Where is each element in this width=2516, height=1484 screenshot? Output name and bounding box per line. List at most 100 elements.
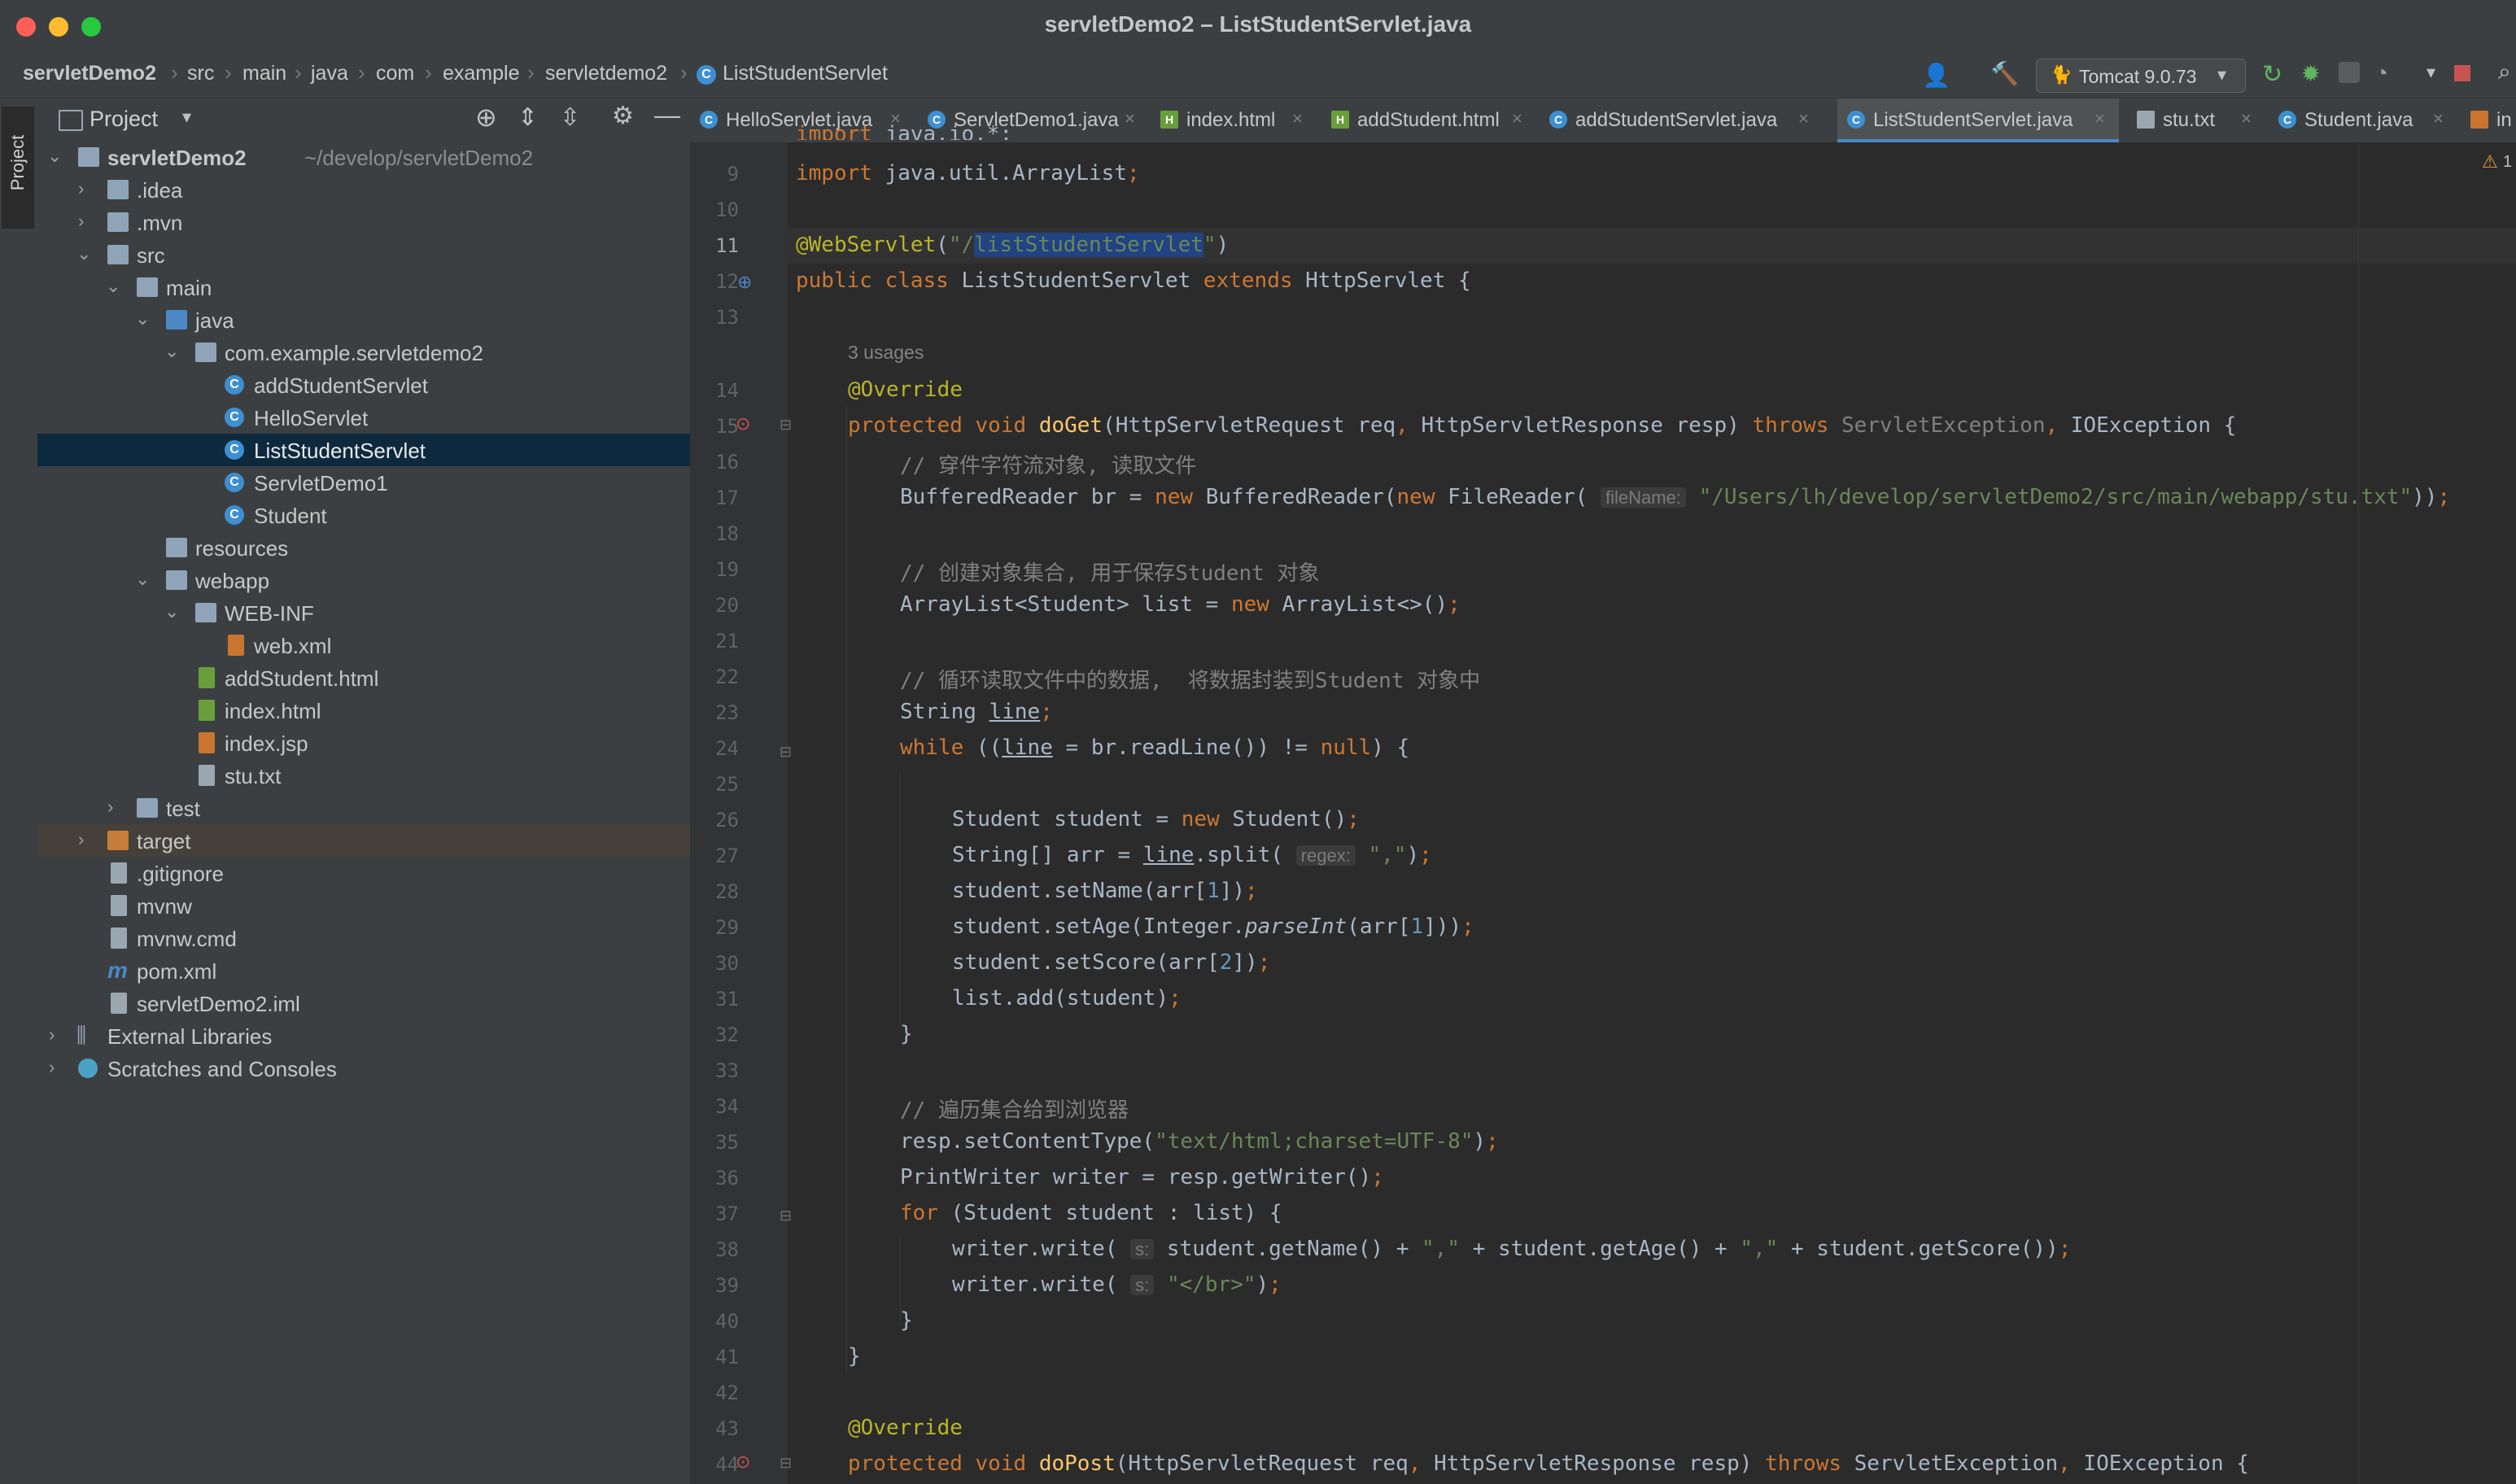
tree-item[interactable]: C addStudentServlet [37, 369, 690, 401]
close-icon[interactable]: × [2094, 108, 2105, 129]
tree-item[interactable]: C Student [37, 499, 690, 531]
chevron-right-icon[interactable]: › [107, 797, 124, 818]
tree-item[interactable]: C ServletDemo1 [37, 466, 690, 499]
stop-icon[interactable] [2454, 65, 2470, 81]
tree-label: pom.xml [137, 959, 217, 984]
tab-index-html[interactable]: H index.html × [1151, 98, 1318, 142]
locate-icon[interactable]: ⊕ [475, 102, 497, 133]
tree-item[interactable]: addStudent.html [37, 661, 690, 694]
close-icon[interactable]: × [2433, 108, 2444, 129]
line-number: 38 [715, 1238, 739, 1261]
chevron-right-icon[interactable]: › [78, 178, 94, 199]
close-icon[interactable]: × [1798, 108, 1809, 129]
tree-item[interactable]: resources [37, 531, 690, 564]
chevron-right-icon[interactable]: › [49, 1057, 65, 1078]
project-tool-button[interactable]: Project [2, 107, 34, 229]
breadcrumb-item[interactable]: com [376, 62, 414, 85]
tree-item[interactable]: servletDemo2.iml [37, 987, 690, 1019]
tree-item[interactable]: › Scratches and Consoles [37, 1052, 690, 1085]
fold-icon[interactable]: ⊟ [780, 744, 792, 761]
tab-stu-txt[interactable]: stu.txt × [2127, 98, 2265, 142]
tree-item[interactable]: mvnw [37, 889, 690, 922]
code-line: // 穿件字符流对象, 读取文件 [900, 449, 1196, 479]
warning-icon[interactable]: ⚠ [2482, 151, 2498, 172]
chevron-down-icon[interactable]: ⌄ [76, 243, 93, 264]
tree-item[interactable]: ⌄ main [37, 271, 690, 303]
tree-item[interactable]: stu.txt [37, 759, 690, 792]
collapse-all-icon[interactable]: ⇳ [560, 103, 580, 132]
tab-add-student-servlet[interactable]: C addStudentServlet.java × [1540, 98, 1824, 142]
expand-all-icon[interactable]: ⇕ [518, 103, 538, 132]
tree-item[interactable]: index.jsp [37, 727, 690, 759]
fold-icon[interactable]: ⊟ [780, 1455, 792, 1472]
tree-item-selected[interactable]: C ListStudentServlet [37, 434, 690, 466]
tree-root[interactable]: ⌄ servletDemo2 ~/develop/servletDemo2 [37, 141, 690, 173]
tab-add-student-html[interactable]: H addStudent.html × [1321, 98, 1538, 142]
tree-label: src [137, 243, 165, 268]
debug-icon[interactable]: ✹ [2301, 60, 2320, 87]
usages-hint[interactable]: 3 usages [848, 342, 924, 364]
chevron-down-icon[interactable]: ⌄ [135, 569, 151, 590]
tree-item[interactable]: .gitignore [37, 857, 690, 889]
servlet-gutter-icon[interactable]: ⊕ [737, 272, 752, 293]
build-hammer-icon[interactable]: 🔨 [1990, 60, 2019, 87]
project-view-title[interactable]: Project [90, 107, 158, 132]
breadcrumb-item[interactable]: servletdemo2 [545, 62, 667, 85]
tree-item[interactable]: ⌄ src [37, 238, 690, 271]
hide-panel-icon[interactable]: — [654, 100, 680, 130]
fold-icon[interactable]: ⊟ [780, 417, 792, 434]
breadcrumb-item[interactable]: src [187, 62, 214, 85]
user-icon[interactable]: 👤 [1922, 62, 1950, 89]
override-gutter-icon[interactable]: ⊙ [736, 1451, 750, 1473]
tab-index-jsp[interactable]: in [2461, 98, 2516, 142]
chevron-right-icon[interactable]: › [49, 1024, 65, 1045]
tree-item[interactable]: › ⫼ External Libraries [37, 1019, 690, 1052]
chevron-down-icon[interactable]: ⌄ [106, 276, 122, 297]
chevron-down-icon[interactable]: ⌄ [135, 308, 151, 330]
tree-item[interactable]: ⌄ java [37, 303, 690, 336]
tree-item[interactable]: index.html [37, 694, 690, 727]
more-chevron-icon[interactable]: ▾ [2426, 62, 2435, 83]
close-icon[interactable]: × [1512, 108, 1522, 129]
indent-guide [900, 773, 901, 1025]
line-number: 14 [715, 379, 739, 402]
chevron-right-icon[interactable]: › [78, 829, 94, 850]
xml-file-icon [228, 635, 244, 656]
fold-icon[interactable]: ⊟ [780, 1207, 792, 1224]
chevron-down-icon[interactable]: ⌄ [164, 341, 181, 362]
breadcrumb-item[interactable]: servletDemo2 [23, 62, 156, 85]
tree-item[interactable]: › .mvn [37, 206, 690, 238]
tree-item[interactable]: mvnw.cmd [37, 922, 690, 954]
chevron-down-icon[interactable]: ⌄ [164, 601, 181, 622]
chevron-down-icon[interactable]: ▾ [182, 107, 191, 128]
coverage-icon[interactable] [2339, 62, 2360, 83]
close-icon[interactable]: × [1125, 108, 1135, 129]
run-configuration-label: Tomcat 9.0.73 [2079, 66, 2197, 87]
gear-icon[interactable]: ⚙ [612, 102, 634, 130]
tree-item[interactable]: ⌄ webapp [37, 564, 690, 596]
search-icon[interactable]: ⌕ [2498, 59, 2511, 85]
tree-item[interactable]: › test [37, 792, 690, 824]
tree-item[interactable]: ⌄ com.example.servletdemo2 [37, 336, 690, 369]
breadcrumb-item[interactable]: main [242, 62, 286, 85]
tree-item[interactable]: ⌄ WEB-INF [37, 596, 690, 629]
rerun-icon[interactable]: ↻ [2262, 60, 2282, 89]
tab-list-student-servlet[interactable]: C ListStudentServlet.java × [1837, 98, 2119, 142]
tree-item[interactable]: m pom.xml [37, 954, 690, 987]
close-icon[interactable]: × [1292, 108, 1303, 129]
tree-item[interactable]: › .idea [37, 173, 690, 206]
chevron-right-icon[interactable]: › [78, 211, 94, 232]
breadcrumb-item[interactable]: java [311, 62, 348, 85]
breadcrumb-item[interactable]: example [443, 62, 520, 85]
window-title: servletDemo2 – ListStudentServlet.java [1044, 11, 1472, 37]
tree-item[interactable]: C HelloServlet [37, 401, 690, 434]
override-gutter-icon[interactable]: ⊙ [736, 413, 750, 434]
chevron-down-icon[interactable]: ⌄ [47, 146, 63, 167]
tree-item[interactable]: › target [37, 824, 690, 857]
breadcrumb-item[interactable]: ListStudentServlet [723, 62, 888, 85]
close-icon[interactable]: × [2241, 108, 2252, 129]
profile-icon[interactable]: ◔ [2374, 60, 2388, 86]
tab-student-java[interactable]: C Student.java × [2269, 98, 2457, 142]
tree-item[interactable]: web.xml [37, 629, 690, 661]
run-configuration-select[interactable]: 🐈 Tomcat 9.0.73 ▾ [2036, 59, 2246, 93]
